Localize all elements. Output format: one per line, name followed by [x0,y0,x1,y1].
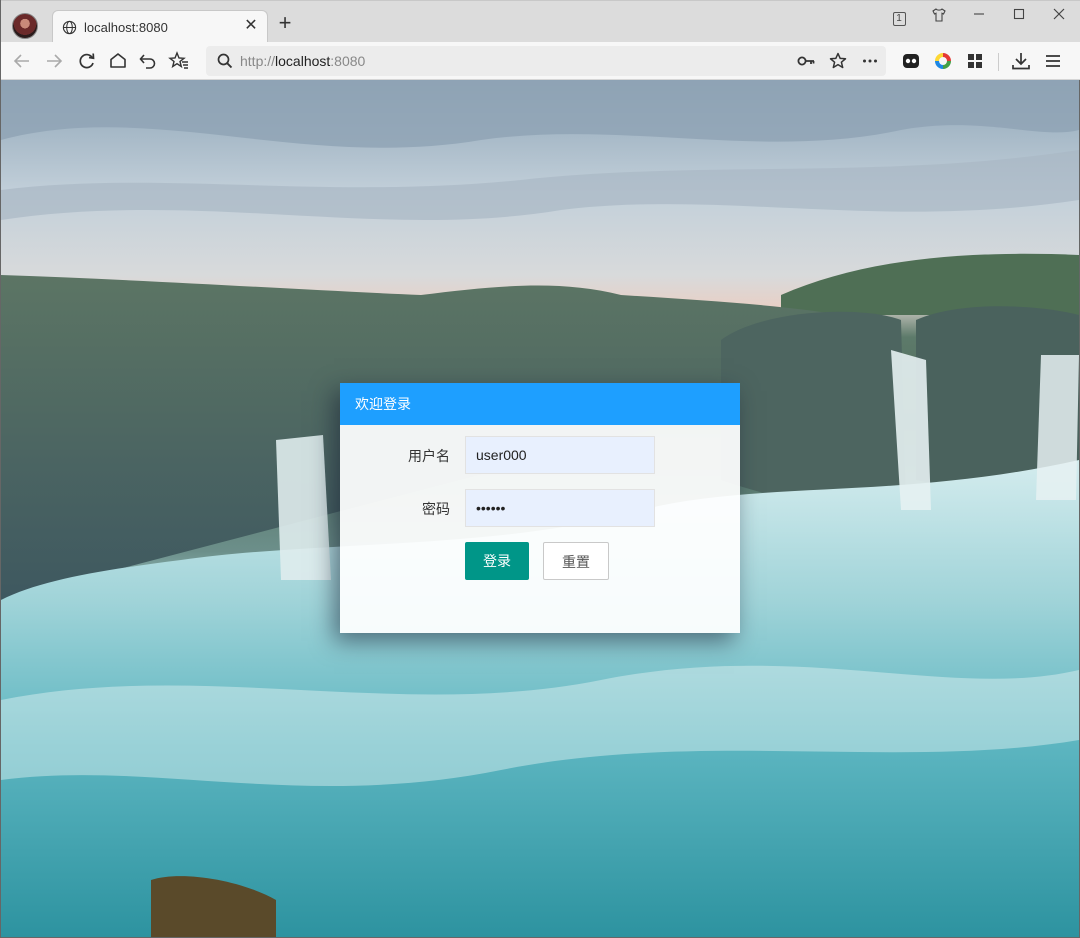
forward-icon[interactable] [43,50,65,72]
tab-close-icon[interactable]: ✕ [241,16,261,36]
key-icon[interactable] [796,51,816,71]
apps-icon[interactable] [964,50,986,72]
login-panel: 欢迎登录 用户名 user000 密码 •••••• 登录 重置 [340,383,740,633]
close-window-button[interactable] [1044,7,1074,27]
more-icon[interactable] [860,51,880,71]
login-button[interactable]: 登录 [465,542,529,580]
skin-icon[interactable] [924,7,954,27]
star-icon[interactable] [828,51,848,71]
globe-icon [62,20,77,35]
menu-icon[interactable] [1042,50,1064,72]
address-bar[interactable]: http://localhost:8080 [206,46,886,76]
browser-tab[interactable]: localhost:8080 ✕ [52,10,268,44]
username-input[interactable]: user000 [465,436,655,474]
download-icon[interactable] [1010,50,1032,72]
password-label: 密码 [422,501,450,517]
undo-icon[interactable] [137,50,159,72]
password-input[interactable]: •••••• [465,489,655,527]
password-row: 密码 •••••• [340,489,740,527]
search-icon [217,53,233,69]
back-icon[interactable] [11,50,33,72]
favorites-icon[interactable] [168,50,190,72]
maximize-button[interactable] [1004,7,1034,27]
username-row: 用户名 user000 [340,436,740,474]
extension-icon[interactable] [900,50,922,72]
page-viewport: 欢迎登录 用户名 user000 密码 •••••• 登录 重置 [1,80,1079,937]
tab-title: localhost:8080 [84,20,168,35]
reload-icon[interactable] [76,50,98,72]
tab-count-icon[interactable]: 1 [884,7,914,27]
window-border-left [0,0,1,938]
browser-toolbar: http://localhost:8080 [0,42,1080,80]
new-tab-button[interactable]: + [274,12,296,35]
color-wheel-icon[interactable] [932,50,954,72]
browser-titlebar: localhost:8080 ✕ + 1 [0,0,1080,44]
profile-avatar[interactable] [12,13,38,39]
username-label: 用户名 [408,448,450,464]
toolbar-separator [998,53,999,71]
url-text: http://localhost:8080 [240,53,366,69]
home-icon[interactable] [107,50,129,72]
login-title: 欢迎登录 [340,383,740,425]
reset-button[interactable]: 重置 [543,542,609,580]
minimize-button[interactable] [964,7,994,27]
